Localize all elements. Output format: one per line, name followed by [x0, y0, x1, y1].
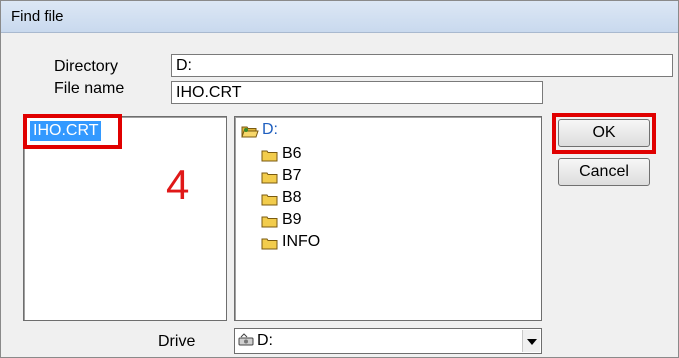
highlight-file-item — [23, 114, 122, 149]
folder-icon — [261, 236, 279, 249]
dir-root[interactable]: D: — [241, 120, 278, 140]
directory-field[interactable]: D: — [171, 54, 673, 77]
highlight-ok-button — [552, 113, 656, 154]
window-title: Find file — [11, 8, 64, 25]
dir-item-b9[interactable]: B9 — [261, 210, 302, 230]
drive-dropdown-button[interactable] — [522, 330, 540, 352]
dir-item-label: INFO — [282, 233, 321, 250]
step-number: 4 — [166, 161, 190, 208]
filename-label: File name — [54, 80, 125, 97]
dir-item-b8[interactable]: B8 — [261, 188, 302, 208]
folder-icon — [261, 214, 279, 227]
drive-select[interactable]: D: — [234, 328, 542, 354]
folder-icon — [261, 148, 279, 161]
folder-open-icon — [241, 124, 259, 137]
dir-item-b6[interactable]: B6 — [261, 144, 302, 164]
drive-value: D: — [257, 332, 273, 349]
directory-label: Directory — [54, 58, 119, 75]
dir-item-label: B6 — [282, 145, 302, 162]
dir-root-label: D: — [262, 121, 278, 138]
drive-label: Drive — [158, 333, 196, 350]
dir-item-info[interactable]: INFO — [261, 232, 320, 252]
chevron-down-icon — [527, 339, 537, 345]
cancel-button[interactable]: Cancel — [558, 158, 650, 186]
drive-icon — [238, 333, 254, 354]
dir-item-b7[interactable]: B7 — [261, 166, 302, 186]
folder-icon — [261, 170, 279, 183]
filename-input[interactable]: IHO.CRT — [171, 81, 543, 104]
dir-item-label: B8 — [282, 189, 302, 206]
title-bar[interactable]: Find file — [1, 1, 678, 33]
folder-icon — [261, 192, 279, 205]
dir-item-label: B7 — [282, 167, 302, 184]
dir-item-label: B9 — [282, 211, 302, 228]
directory-tree[interactable]: D: B6 B7 B8 B9 INFO — [234, 116, 542, 321]
find-file-dialog: Find file Directory D: File name IHO.CRT… — [0, 0, 679, 358]
